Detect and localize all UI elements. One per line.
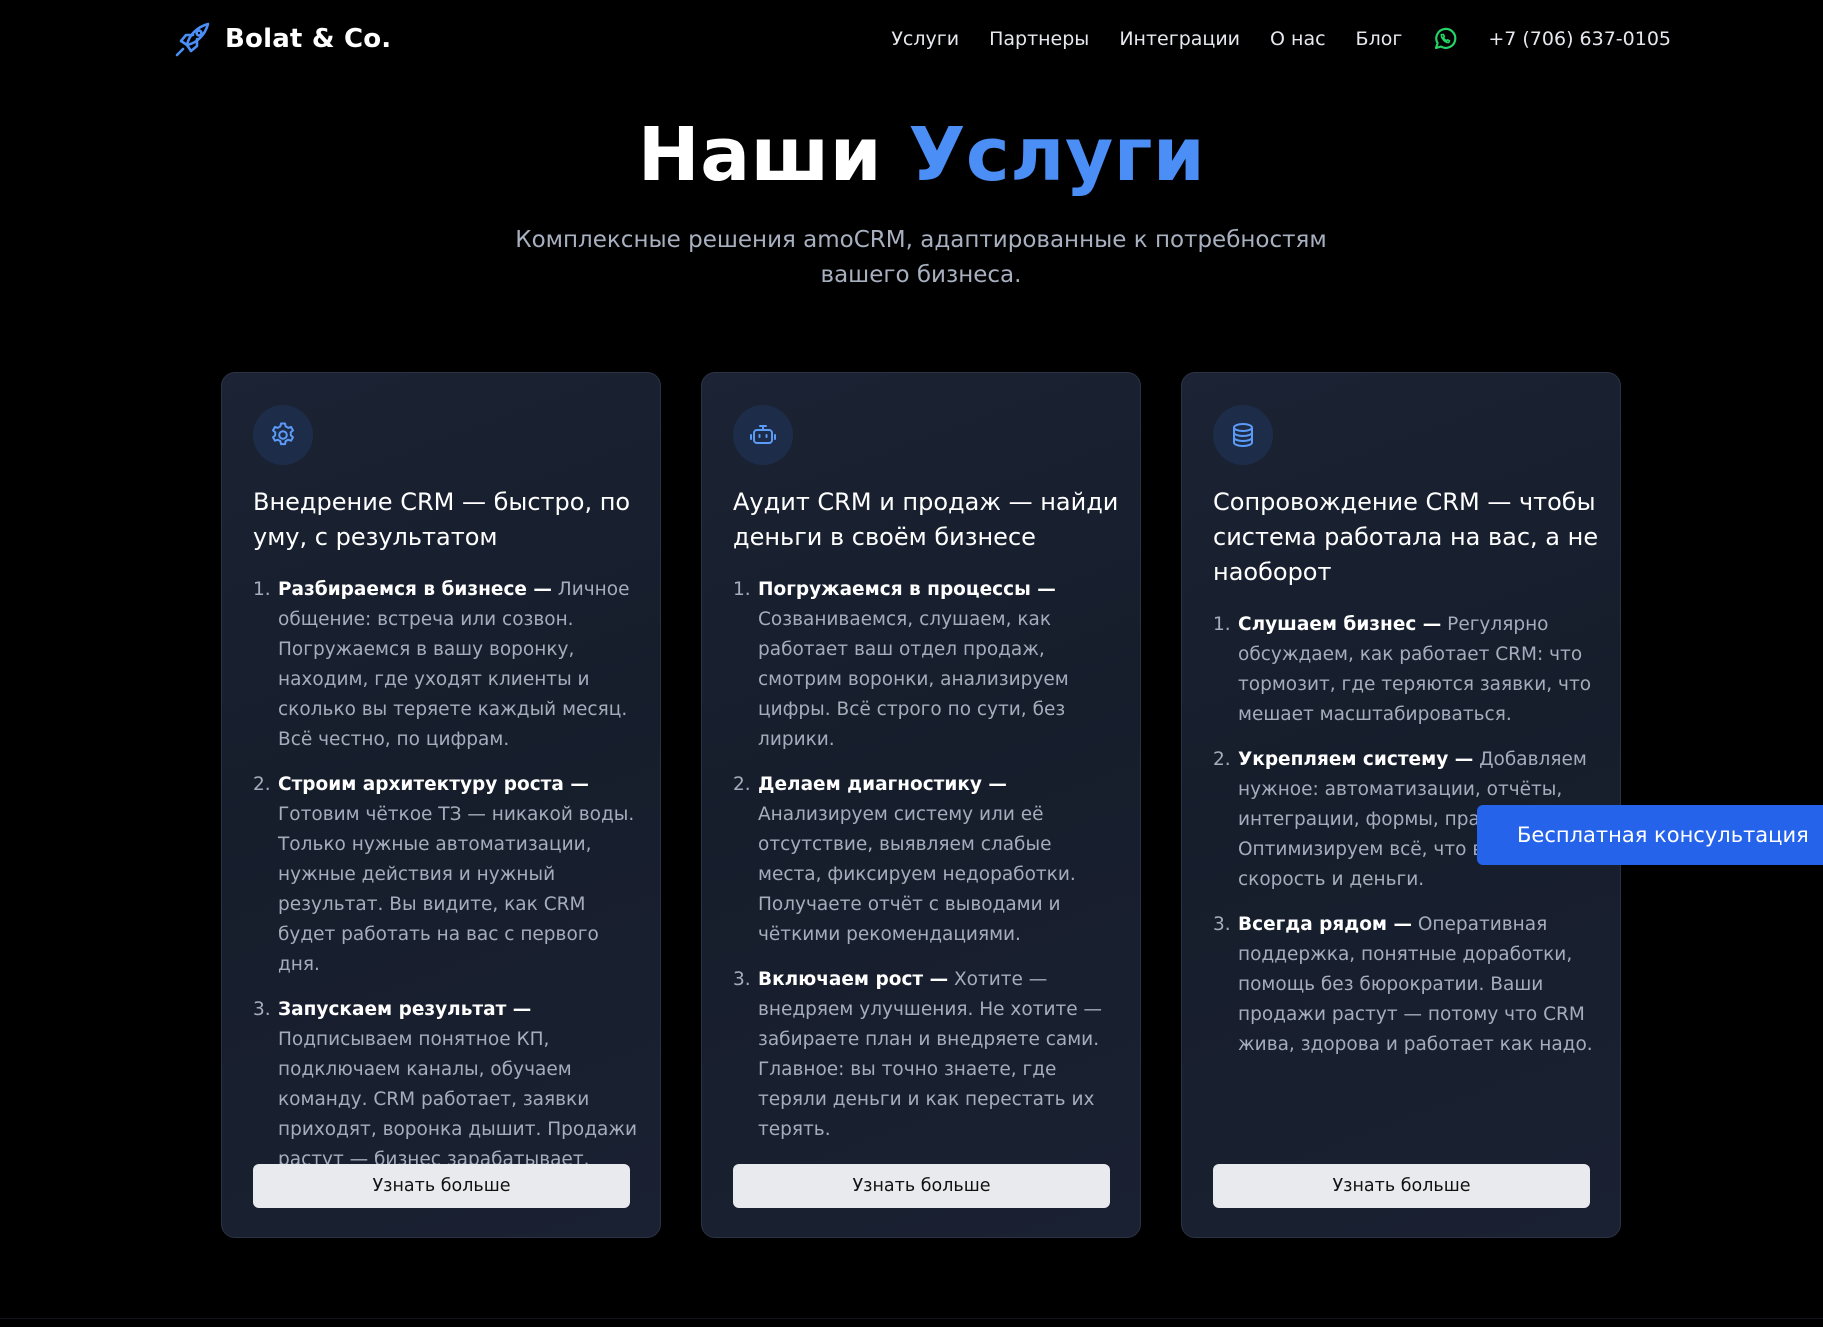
step-number: 2.: [1213, 749, 1231, 770]
step-item: 2. Делаем диагностику — Анализируем систе…: [733, 770, 1118, 950]
step-number: 2.: [253, 774, 271, 795]
page: Bolat & Co. Услуги Партнеры Интеграции О…: [0, 0, 1823, 1327]
step-heading: Погружаемся в процессы —: [758, 579, 1056, 600]
step-item: 3. Запускаем результат — Подписываем поня…: [253, 995, 638, 1175]
nav-link-partners[interactable]: Партнеры: [989, 28, 1089, 50]
card-icon-badge: [1213, 405, 1273, 465]
step-item: 3. Включаем рост — Хотите — внедряем улуч…: [733, 965, 1118, 1145]
free-consultation-button[interactable]: Бесплатная консультация: [1477, 805, 1823, 865]
learn-more-button[interactable]: Узнать больше: [253, 1164, 630, 1208]
step-text: Анализируем систему или её отсутствие, в…: [758, 804, 1076, 945]
logo[interactable]: Bolat & Co.: [173, 18, 391, 60]
step-number: 1.: [1213, 614, 1231, 635]
step-text: Оперативная поддержка, понятные доработк…: [1238, 914, 1593, 1055]
divider: [0, 1318, 1823, 1319]
step-heading: Слушаем бизнес —: [1238, 614, 1442, 635]
card-title: Аудит CRM и продаж — найди деньги в своё…: [733, 488, 1119, 551]
main-nav: Услуги Партнеры Интеграции О нас Блог +7…: [891, 22, 1671, 56]
gear-icon: [272, 422, 294, 446]
step-text: Личное общение: встреча или созвон. Погр…: [278, 579, 630, 750]
card-title: Сопровождение CRM — чтобы система работа…: [1213, 488, 1599, 586]
step-heading: Всегда рядом —: [1238, 914, 1412, 935]
step-list: 1. Погружаемся в процессы — Созваниваемся…: [733, 575, 1118, 1160]
phone-number-link[interactable]: +7 (706) 637-0105: [1488, 28, 1671, 50]
nav-link-blog[interactable]: Блог: [1356, 28, 1403, 50]
robot-icon: [750, 425, 776, 444]
page-subtitle: Комплексные решения amoCRM, адаптированн…: [515, 227, 1327, 288]
learn-more-button[interactable]: Узнать больше: [733, 1164, 1110, 1208]
step-text: Подписываем понятное КП, подключаем кана…: [278, 1029, 638, 1170]
step-heading: Включаем рост —: [758, 969, 949, 990]
nav-link-integrations[interactable]: Интеграции: [1119, 28, 1240, 50]
step-number: 3.: [1213, 914, 1231, 935]
step-item: 3. Всегда рядом — Оперативная поддержка, …: [1213, 910, 1598, 1060]
step-heading: Разбираемся в бизнесе —: [278, 579, 552, 600]
card-icon-badge: [253, 405, 313, 465]
brand-name: Bolat & Co.: [225, 24, 392, 54]
step-item: 1. Погружаемся в процессы — Созваниваемся…: [733, 575, 1118, 755]
card-icon-badge: [733, 405, 793, 465]
nav-link-about[interactable]: О нас: [1270, 28, 1326, 50]
step-text: Хотите — внедряем улучшения. Не хотите —…: [758, 969, 1103, 1140]
nav-link-services[interactable]: Услуги: [891, 28, 959, 50]
step-number: 1.: [733, 579, 751, 600]
service-card-implementation: Внедрение CRM — быстро, по уму, с резуль…: [221, 372, 661, 1238]
step-heading: Делаем диагностику —: [758, 774, 1007, 795]
step-text: Готовим чёткое ТЗ — никакой воды. Только…: [278, 804, 635, 975]
page-title: Наши Услуги: [0, 112, 1823, 198]
step-text: Созваниваемся, слушаем, как работает ваш…: [758, 609, 1069, 750]
page-title-main: Наши: [637, 112, 909, 198]
step-heading: Запускаем результат —: [278, 999, 532, 1020]
step-item: 1. Слушаем бизнес — Регулярно обсуждаем, …: [1213, 610, 1598, 730]
step-item: 1. Разбираемся в бизнесе — Личное общение…: [253, 575, 638, 755]
rocket-icon: [175, 22, 210, 57]
step-number: 1.: [253, 579, 271, 600]
step-list: 1. Разбираемся в бизнесе — Личное общение…: [253, 575, 638, 1190]
page-title-accent: Услуги: [908, 112, 1206, 198]
step-heading: Строим архитектуру роста —: [278, 774, 589, 795]
whatsapp-icon[interactable]: [1432, 26, 1458, 52]
step-number: 3.: [733, 969, 751, 990]
step-item: 2. Строим архитектуру роста — Готовим чёт…: [253, 770, 638, 980]
site-header: Bolat & Co. Услуги Партнеры Интеграции О…: [0, 0, 1823, 78]
service-card-audit: Аудит CRM и продаж — найди деньги в своё…: [701, 372, 1141, 1238]
step-number: 2.: [733, 774, 751, 795]
step-heading: Укрепляем систему —: [1238, 749, 1474, 770]
database-icon: [1233, 423, 1253, 447]
step-number: 3.: [253, 999, 271, 1020]
learn-more-button[interactable]: Узнать больше: [1213, 1164, 1590, 1208]
card-title: Внедрение CRM — быстро, по уму, с резуль…: [253, 488, 631, 551]
